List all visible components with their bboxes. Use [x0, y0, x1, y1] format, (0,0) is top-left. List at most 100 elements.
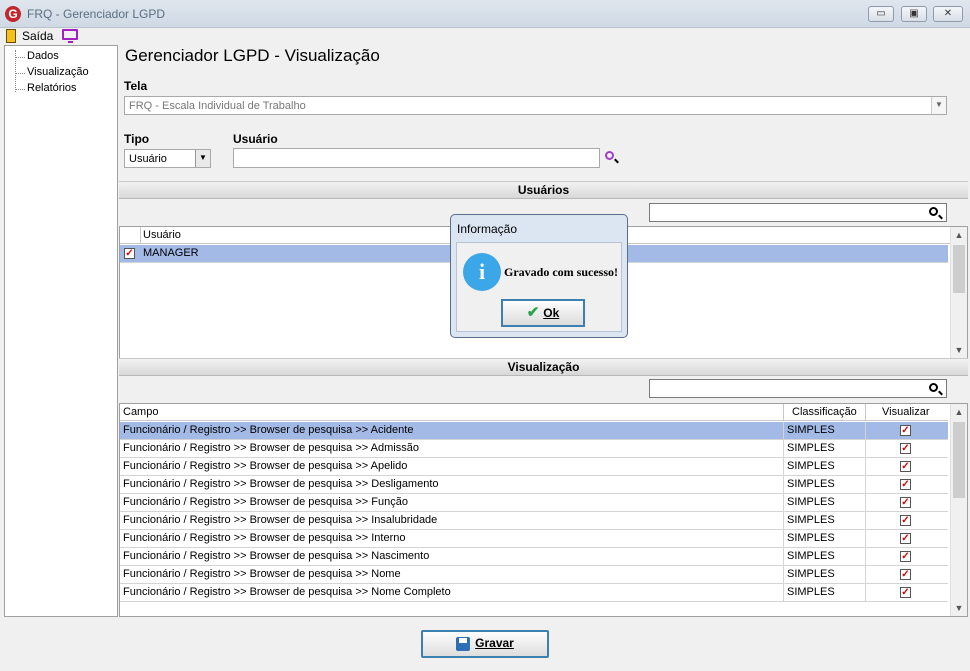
classificacao-cell: SIMPLES — [784, 530, 866, 548]
search-icon[interactable] — [929, 383, 938, 392]
app-logo-icon: G — [5, 6, 21, 22]
usuario-input[interactable] — [233, 148, 600, 168]
tipo-label: Tipo — [124, 132, 150, 146]
visualizar-checkbox[interactable]: ✓ — [900, 569, 911, 580]
scroll-down-icon[interactable]: ▼ — [951, 342, 967, 358]
users-section-header: Usuários — [119, 181, 968, 199]
visualizar-cell: ✓ — [866, 512, 948, 530]
visualizar-cell: ✓ — [866, 494, 948, 512]
dialog-body: i Gravado com sucesso! ✔ Ok — [456, 242, 622, 332]
visualizar-checkbox[interactable]: ✓ — [900, 515, 911, 526]
close-button[interactable]: ✕ — [933, 6, 963, 22]
ok-button[interactable]: ✔ Ok — [501, 299, 585, 327]
tela-label: Tela — [124, 79, 148, 93]
scroll-down-icon[interactable]: ▼ — [951, 600, 967, 616]
nav-item-relatorios[interactable]: Relatórios — [27, 82, 77, 94]
tree-line — [15, 89, 25, 90]
exit-menu-item[interactable]: Saída — [22, 29, 53, 43]
campo-cell: Funcionário / Registro >> Browser de pes… — [120, 422, 784, 440]
campo-cell: Funcionário / Registro >> Browser de pes… — [120, 458, 784, 476]
view-section-header: Visualização — [119, 358, 968, 376]
view-search-input[interactable] — [649, 379, 947, 398]
info-dialog: Informação i Gravado com sucesso! ✔ Ok — [450, 214, 628, 338]
floppy-disk-icon — [456, 636, 471, 651]
scroll-thumb[interactable] — [953, 422, 965, 498]
column-header-classificacao[interactable]: Classificação — [784, 404, 866, 421]
classificacao-cell: SIMPLES — [784, 512, 866, 530]
classificacao-cell: SIMPLES — [784, 548, 866, 566]
user-checkbox[interactable]: ✓ — [124, 248, 135, 259]
classificacao-cell: SIMPLES — [784, 476, 866, 494]
campo-cell: Funcionário / Registro >> Browser de pes… — [120, 566, 784, 584]
save-button-label: Gravar — [475, 636, 514, 650]
visualizar-cell: ✓ — [866, 458, 948, 476]
ok-button-label: Ok — [543, 306, 560, 320]
visualizar-checkbox[interactable]: ✓ — [900, 425, 911, 436]
table-row[interactable]: Funcionário / Registro >> Browser de pes… — [120, 422, 948, 440]
campo-cell: Funcionário / Registro >> Browser de pes… — [120, 548, 784, 566]
visualizar-cell: ✓ — [866, 476, 948, 494]
campo-cell: Funcionário / Registro >> Browser de pes… — [120, 494, 784, 512]
visualizar-checkbox[interactable]: ✓ — [900, 587, 911, 598]
classificacao-cell: SIMPLES — [784, 422, 866, 440]
table-row[interactable]: Funcionário / Registro >> Browser de pes… — [120, 584, 948, 602]
door-exit-icon[interactable] — [6, 29, 16, 43]
tree-line — [15, 73, 25, 74]
save-button[interactable]: Gravar — [421, 630, 549, 658]
visualizar-checkbox[interactable]: ✓ — [900, 443, 911, 454]
table-row[interactable]: Funcionário / Registro >> Browser de pes… — [120, 566, 948, 584]
users-scrollbar[interactable]: ▲ ▼ — [950, 227, 967, 358]
campo-cell: Funcionário / Registro >> Browser de pes… — [120, 512, 784, 530]
nav-item-visualizacao[interactable]: Visualização — [27, 66, 89, 78]
window-title: FRQ - Gerenciador LGPD — [27, 7, 166, 21]
visualizar-cell: ✓ — [866, 530, 948, 548]
maximize-button[interactable]: ▣ — [901, 6, 927, 22]
column-header-visualizar[interactable]: Visualizar — [866, 404, 948, 421]
minimize-button[interactable]: ▭ — [868, 6, 894, 22]
scroll-up-icon[interactable]: ▲ — [951, 404, 967, 420]
table-row[interactable]: Funcionário / Registro >> Browser de pes… — [120, 476, 948, 494]
table-row[interactable]: Funcionário / Registro >> Browser de pes… — [120, 530, 948, 548]
visualizar-cell: ✓ — [866, 440, 948, 458]
users-search-input[interactable] — [649, 203, 947, 222]
classificacao-cell: SIMPLES — [784, 494, 866, 512]
visualizar-checkbox[interactable]: ✓ — [900, 533, 911, 544]
visualizar-checkbox[interactable]: ✓ — [900, 461, 911, 472]
visualizar-checkbox[interactable]: ✓ — [900, 497, 911, 508]
scroll-thumb[interactable] — [953, 245, 965, 293]
page-title: Gerenciador LGPD - Visualização — [125, 46, 380, 65]
info-icon: i — [463, 253, 501, 291]
column-header-campo[interactable]: Campo — [120, 404, 784, 421]
chevron-down-icon[interactable]: ▼ — [195, 150, 210, 167]
view-scrollbar[interactable]: ▲ ▼ — [950, 404, 967, 616]
table-row[interactable]: Funcionário / Registro >> Browser de pes… — [120, 440, 948, 458]
classificacao-cell: SIMPLES — [784, 458, 866, 476]
visualizar-cell: ✓ — [866, 422, 948, 440]
campo-cell: Funcionário / Registro >> Browser de pes… — [120, 440, 784, 458]
tipo-select[interactable]: Usuário ▼ — [124, 149, 211, 168]
visualizar-cell: ✓ — [866, 566, 948, 584]
table-row[interactable]: Funcionário / Registro >> Browser de pes… — [120, 494, 948, 512]
search-icon[interactable] — [605, 151, 623, 169]
table-row[interactable]: Funcionário / Registro >> Browser de pes… — [120, 512, 948, 530]
visualizar-cell: ✓ — [866, 548, 948, 566]
navigation-tree: Dados Visualização Relatórios — [4, 45, 118, 617]
monitor-icon[interactable] — [62, 29, 78, 43]
nav-item-dados[interactable]: Dados — [27, 50, 59, 62]
search-icon[interactable] — [929, 207, 938, 216]
table-row[interactable]: Funcionário / Registro >> Browser de pes… — [120, 458, 948, 476]
tela-select[interactable]: FRQ - Escala Individual de Trabalho ▼ — [124, 96, 947, 115]
dialog-message: Gravado com sucesso! — [504, 265, 618, 279]
scroll-up-icon[interactable]: ▲ — [951, 227, 967, 243]
title-bar: G FRQ - Gerenciador LGPD ▭ ▣ ✕ — [0, 0, 970, 28]
usuario-label: Usuário — [233, 132, 278, 146]
chevron-down-icon[interactable]: ▼ — [931, 97, 946, 114]
visualizar-checkbox[interactable]: ✓ — [900, 479, 911, 490]
visualizar-checkbox[interactable]: ✓ — [900, 551, 911, 562]
visualizar-cell: ✓ — [866, 584, 948, 602]
campo-cell: Funcionário / Registro >> Browser de pes… — [120, 584, 784, 602]
view-grid: Campo Classificação Visualizar Funcionár… — [119, 403, 968, 617]
table-row[interactable]: Funcionário / Registro >> Browser de pes… — [120, 548, 948, 566]
menu-bar: Saída — [0, 28, 970, 44]
tree-line — [15, 57, 25, 58]
